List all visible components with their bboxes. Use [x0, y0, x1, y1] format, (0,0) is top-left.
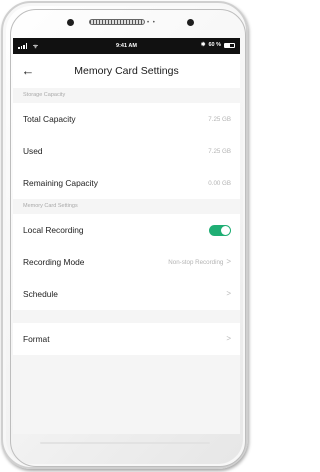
proximity-sensor-icon: [187, 19, 194, 26]
format-row[interactable]: Format >: [13, 323, 240, 355]
earpiece-speaker: [89, 19, 145, 25]
recording-mode-label: Recording Mode: [23, 257, 85, 267]
section-label-memory-card: Memory Card Settings: [13, 199, 240, 214]
toggle-knob: [221, 225, 230, 235]
chevron-right-icon: >: [226, 257, 231, 266]
local-recording-label: Local Recording: [23, 225, 84, 235]
status-right: ✱ 60 %: [201, 42, 235, 48]
used-value: 7.25 GB: [208, 147, 231, 155]
remaining-capacity-row: Remaining Capacity 0.00 GB: [13, 167, 240, 199]
total-capacity-value: 7.25 GB: [208, 115, 231, 123]
format-label: Format: [23, 334, 50, 344]
recording-mode-value-wrap: Non-stop Recording >: [168, 258, 231, 266]
used-label: Used: [23, 146, 43, 156]
remaining-capacity-value: 0.00 GB: [208, 179, 231, 187]
chevron-right-icon: >: [226, 289, 231, 298]
chevron-right-icon: >: [226, 334, 231, 343]
page-title: Memory Card Settings: [74, 65, 179, 77]
recording-mode-value: Non-stop Recording: [168, 258, 224, 266]
status-bar: ᯤ 9:41 AM ✱ 60 %: [13, 38, 240, 54]
bluetooth-icon: ✱: [200, 42, 206, 48]
local-recording-toggle[interactable]: [209, 224, 231, 236]
local-recording-row: Local Recording: [13, 214, 240, 246]
section-label-storage: Storage Capacity: [13, 88, 240, 103]
sensor-dots: • •: [147, 20, 156, 26]
back-arrow-icon[interactable]: ←: [21, 64, 35, 78]
recording-mode-row[interactable]: Recording Mode Non-stop Recording >: [13, 246, 240, 278]
total-capacity-label: Total Capacity: [23, 114, 76, 124]
schedule-label: Schedule: [23, 289, 58, 299]
remaining-capacity-label: Remaining Capacity: [23, 178, 98, 188]
app-screen: ᯤ 9:41 AM ✱ 60 % ← Memory Card Settings …: [13, 38, 240, 434]
front-camera-icon: [67, 19, 74, 26]
section-gap: [13, 310, 240, 323]
schedule-row[interactable]: Schedule >: [13, 278, 240, 310]
battery-percent: 60 %: [208, 42, 221, 48]
total-capacity-row: Total Capacity 7.25 GB: [13, 103, 240, 135]
battery-icon: [224, 42, 235, 48]
phone-chin: [40, 442, 210, 444]
used-row: Used 7.25 GB: [13, 135, 240, 167]
nav-bar: ← Memory Card Settings: [13, 54, 240, 88]
